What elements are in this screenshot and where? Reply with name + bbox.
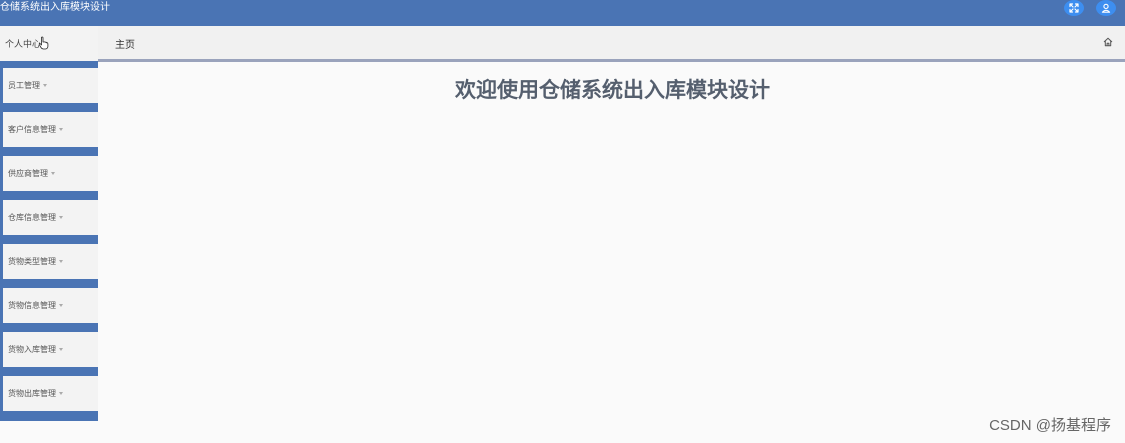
- chevron-down-icon: [43, 84, 47, 87]
- sidebar-item-label: 货物信息管理: [8, 301, 56, 310]
- sidebar-item-label: 供应商管理: [8, 169, 48, 178]
- chevron-down-icon: [59, 304, 63, 307]
- sidebar-item-goods-inbound[interactable]: 货物入库管理: [3, 332, 98, 367]
- sidebar-item-label: 客户信息管理: [8, 125, 56, 134]
- chevron-down-icon: [59, 348, 63, 351]
- chevron-down-icon: [51, 172, 55, 175]
- breadcrumb-divider: [98, 59, 1125, 62]
- sidebar-item-staff[interactable]: 员工管理: [3, 68, 98, 103]
- top-bar: 仓储系统出入库模块设计: [0, 0, 1125, 26]
- sidebar-item-label: 员工管理: [8, 81, 40, 90]
- sidebar-item-goods-types[interactable]: 货物类型管理: [3, 244, 98, 279]
- expand-arrows-icon: [1069, 3, 1079, 13]
- sidebar-item-label: 货物类型管理: [8, 257, 56, 266]
- sidebar-item-label: 个人中心: [5, 39, 42, 49]
- chevron-down-icon: [59, 216, 63, 219]
- sidebar-item-suppliers[interactable]: 供应商管理: [3, 156, 98, 191]
- sidebar-item-label: 货物入库管理: [8, 345, 56, 354]
- app-title: 仓储系统出入库模块设计: [0, 2, 110, 13]
- home-icon[interactable]: [1103, 37, 1113, 47]
- sidebar-item-label: 仓库信息管理: [8, 213, 56, 222]
- chevron-down-icon: [59, 392, 63, 395]
- breadcrumb: 主页: [98, 26, 1125, 59]
- welcome-heading: 欢迎使用仓储系统出入库模块设计: [455, 79, 770, 102]
- breadcrumb-home-link[interactable]: 主页: [115, 36, 135, 51]
- sidebar-item-label: 货物出库管理: [8, 389, 56, 398]
- user-icon: [1101, 3, 1111, 13]
- chevron-down-icon: [59, 128, 63, 131]
- sidebar-item-goods-info[interactable]: 货物信息管理: [3, 288, 98, 323]
- sidebar: 个人中心 员工管理 客户信息管理 供应商管理 仓库信息管理 货物类型管理 货物信…: [0, 26, 98, 421]
- fullscreen-button[interactable]: [1064, 0, 1084, 16]
- hand-cursor-icon: [38, 36, 49, 50]
- sidebar-item-customers[interactable]: 客户信息管理: [3, 112, 98, 147]
- watermark: CSDN @扬基程序: [989, 417, 1111, 434]
- sidebar-item-warehouses[interactable]: 仓库信息管理: [3, 200, 98, 235]
- sidebar-item-goods-outbound[interactable]: 货物出库管理: [3, 376, 98, 411]
- chevron-down-icon: [59, 260, 63, 263]
- sidebar-item-personal-center[interactable]: 个人中心: [0, 26, 98, 61]
- user-button[interactable]: [1096, 0, 1116, 16]
